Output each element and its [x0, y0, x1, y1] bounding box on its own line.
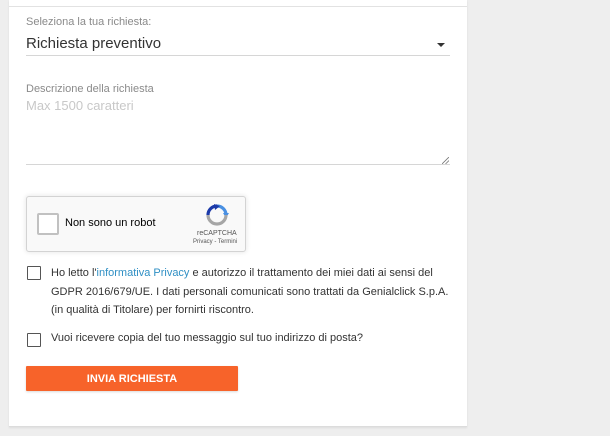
privacy-text-before: Ho letto l'	[51, 267, 97, 279]
request-type-select[interactable]: Richiesta preventivo	[26, 33, 450, 56]
copy-email-label: Vuoi ricevere copia del tuo messaggio su…	[51, 332, 364, 344]
resize-grip-icon[interactable]	[442, 157, 449, 164]
privacy-checkbox[interactable]	[27, 266, 41, 280]
copy-email-checkbox[interactable]	[27, 333, 41, 347]
recaptcha-checkbox[interactable]	[37, 213, 59, 235]
submit-request-button[interactable]: INVIA RICHIESTA	[26, 366, 238, 391]
description-textarea[interactable]	[26, 98, 450, 165]
request-type-label: Seleziona la tua richiesta:	[26, 16, 152, 28]
recaptcha-terms-link[interactable]: Privacy - Termini	[193, 239, 237, 245]
description-label: Descrizione della richiesta	[26, 83, 154, 95]
privacy-policy-link[interactable]: informativa Privacy	[97, 267, 190, 279]
recaptcha-brand: reCAPTCHA	[197, 230, 237, 237]
privacy-consent-text: Ho letto l'informativa Privacy e autoriz…	[51, 264, 461, 320]
recaptcha-logo-icon	[206, 204, 229, 226]
recaptcha-label: Non sono un robot	[65, 217, 156, 229]
top-divider	[9, 6, 467, 7]
request-type-value: Richiesta preventivo	[26, 35, 162, 52]
chevron-down-icon	[437, 43, 445, 47]
recaptcha-widget: Non sono un robot reCAPTCHA Privacy - Te…	[26, 196, 246, 252]
